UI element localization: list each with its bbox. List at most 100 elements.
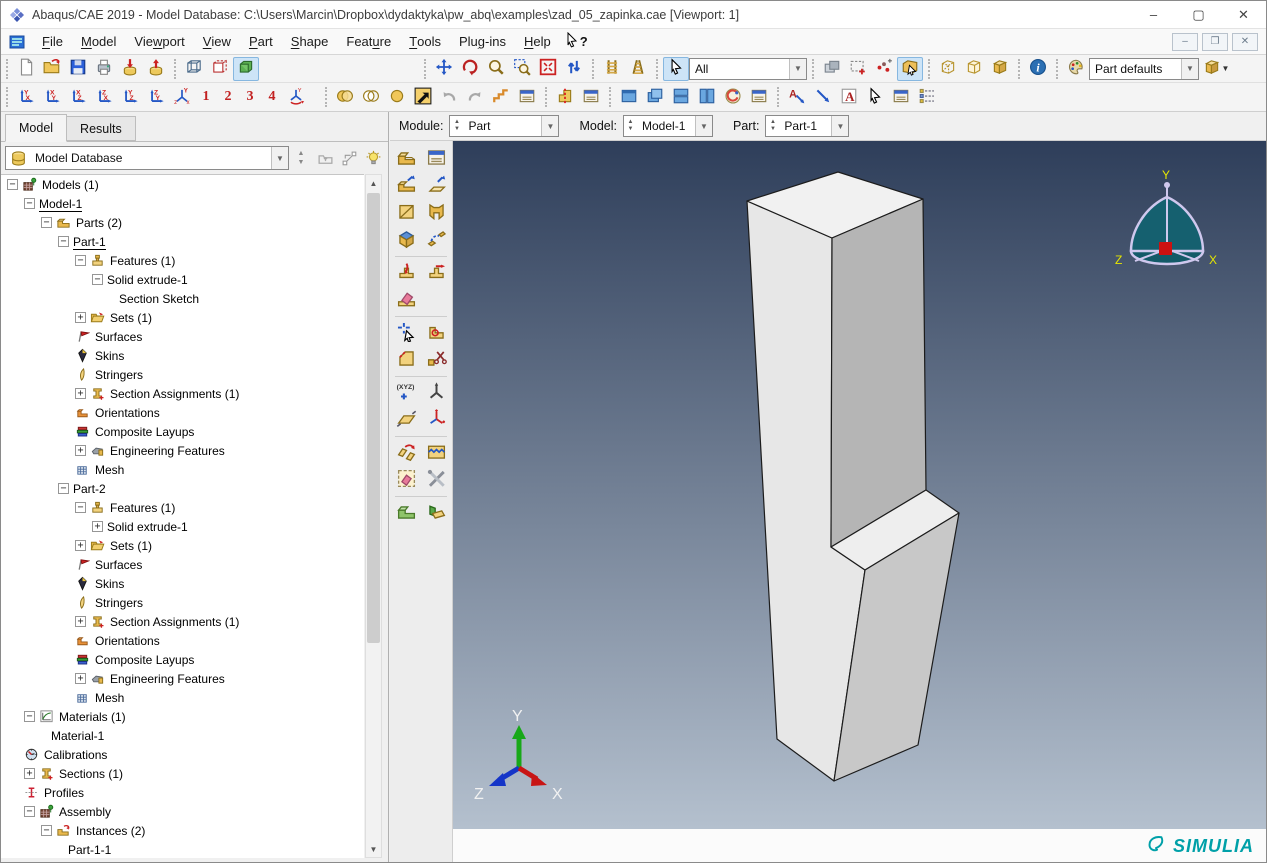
folder-up-icon[interactable] bbox=[313, 146, 337, 170]
probe-points-button[interactable] bbox=[871, 57, 897, 81]
tree-item-profiles[interactable]: Profiles bbox=[1, 783, 364, 802]
mdi-restore-button[interactable]: ❐ bbox=[1202, 33, 1228, 51]
cube-outline-button[interactable] bbox=[961, 57, 987, 81]
toolbar-grip[interactable] bbox=[325, 87, 327, 107]
tree-item-models-1[interactable]: −Models (1) bbox=[1, 175, 364, 194]
tree-item-stringers[interactable]: Stringers bbox=[1, 593, 364, 612]
collapse-icon[interactable]: − bbox=[75, 502, 86, 513]
menu-viewport[interactable]: Viewport bbox=[125, 29, 193, 54]
tree-item-section-assignments-1[interactable]: +Section Assignments (1) bbox=[1, 384, 364, 403]
tree-item-stringers[interactable]: Stringers bbox=[1, 365, 364, 384]
collapse-icon[interactable]: − bbox=[58, 236, 69, 247]
geometry-repair-button[interactable] bbox=[393, 467, 420, 493]
manager-dialog-button[interactable] bbox=[888, 85, 914, 109]
tab-model[interactable]: Model bbox=[5, 114, 67, 142]
toolbar-grip[interactable] bbox=[777, 87, 779, 107]
undo-button[interactable] bbox=[436, 85, 462, 109]
magnify-view-button[interactable] bbox=[483, 57, 509, 81]
manager-dialog-button[interactable] bbox=[746, 85, 772, 109]
menu-feature[interactable]: Feature bbox=[337, 29, 400, 54]
scroll-down-icon[interactable]: ▼ bbox=[366, 841, 381, 857]
view-3-button[interactable]: 3 bbox=[239, 85, 261, 109]
tree-item-section-sketch[interactable]: Section Sketch bbox=[1, 289, 364, 308]
manager-dialog-button[interactable] bbox=[514, 85, 540, 109]
render-wireframe-button[interactable] bbox=[181, 57, 207, 81]
expand-icon[interactable]: + bbox=[75, 445, 86, 456]
perspective-projection-button[interactable] bbox=[625, 57, 651, 81]
tree-item-mesh[interactable]: Mesh bbox=[1, 688, 364, 707]
toolbar-grip[interactable] bbox=[6, 59, 8, 79]
expand-icon[interactable]: + bbox=[75, 540, 86, 551]
parallel-projection-button[interactable] bbox=[599, 57, 625, 81]
menu-plug-ins[interactable]: Plug-ins bbox=[450, 29, 515, 54]
menu-shape[interactable]: Shape bbox=[282, 29, 338, 54]
tab-results[interactable]: Results bbox=[66, 116, 136, 141]
regenerate-button[interactable] bbox=[488, 85, 514, 109]
circles-filled-button[interactable] bbox=[332, 85, 358, 109]
link-viewports-button[interactable] bbox=[819, 57, 845, 81]
model-database-combo[interactable]: Model Database ▼ bbox=[5, 146, 289, 170]
tile-horizontal-button[interactable] bbox=[668, 85, 694, 109]
datum-csys-button[interactable] bbox=[423, 407, 450, 433]
scroll-up-icon[interactable]: ▲ bbox=[366, 175, 381, 191]
selection-filter-combo[interactable]: All▼ bbox=[689, 58, 807, 80]
tree-item-surfaces[interactable]: Surfaces bbox=[1, 555, 364, 574]
collapse-icon[interactable]: − bbox=[24, 806, 35, 817]
auto-fit-button[interactable] bbox=[535, 57, 561, 81]
select-cursor-button[interactable] bbox=[663, 57, 689, 81]
collapse-icon[interactable]: − bbox=[75, 255, 86, 266]
menu-help[interactable]: Help bbox=[515, 29, 560, 54]
tree-item-skins[interactable]: Skins bbox=[1, 346, 364, 365]
menu-view[interactable]: View bbox=[194, 29, 240, 54]
scrollbar-thumb[interactable] bbox=[367, 193, 380, 643]
toolbar-grip[interactable] bbox=[928, 59, 930, 79]
solid-from-shell-button[interactable] bbox=[393, 500, 420, 526]
collapse-icon[interactable]: − bbox=[24, 711, 35, 722]
cube-solid-button[interactable] bbox=[987, 57, 1013, 81]
create-chamfer-button[interactable] bbox=[393, 347, 420, 373]
create-planar-shell-button[interactable] bbox=[393, 200, 420, 226]
tree-item-calibrations[interactable]: Calibrations bbox=[1, 745, 364, 764]
datum-axis-button[interactable] bbox=[423, 380, 450, 406]
tree-item-part-1-1[interactable]: Part-1-1 bbox=[1, 840, 364, 858]
tree-item-composite-layups[interactable]: Composite Layups bbox=[1, 650, 364, 669]
spinner-icon[interactable]: ▲▼ bbox=[766, 116, 779, 136]
expand-icon[interactable]: + bbox=[75, 388, 86, 399]
collapse-icon[interactable]: − bbox=[58, 483, 69, 494]
toolbar-grip[interactable] bbox=[609, 87, 611, 107]
geometry-stitch-button[interactable] bbox=[423, 440, 450, 466]
manager-dialog-button[interactable] bbox=[578, 85, 604, 109]
pan-view-button[interactable] bbox=[431, 57, 457, 81]
tree-item-sections-1[interactable]: +Sections (1) bbox=[1, 764, 364, 783]
render-hiddenline-button[interactable] bbox=[207, 57, 233, 81]
view-4-button[interactable]: 4 bbox=[261, 85, 283, 109]
create-round-fillet-button[interactable] bbox=[423, 320, 450, 346]
cycle-views-button[interactable] bbox=[561, 57, 587, 81]
color-code-combo[interactable]: Part defaults▼ bbox=[1089, 58, 1199, 80]
database-export-button[interactable] bbox=[143, 57, 169, 81]
menu-tools[interactable]: Tools bbox=[400, 29, 450, 54]
tree-item-skins[interactable]: Skins bbox=[1, 574, 364, 593]
toolbar-grip[interactable] bbox=[656, 59, 658, 79]
expand-icon[interactable]: + bbox=[24, 768, 35, 779]
tree-item-model-1[interactable]: −Model-1 bbox=[1, 194, 364, 213]
view-left-button[interactable]: YZ bbox=[117, 85, 143, 109]
tree-item-sets-1[interactable]: +Sets (1) bbox=[1, 308, 364, 327]
tile-vertical-button[interactable] bbox=[694, 85, 720, 109]
toolbar-grip[interactable] bbox=[174, 59, 176, 79]
spinner-icon[interactable]: ▲▼ bbox=[624, 116, 637, 136]
expand-icon[interactable]: + bbox=[75, 673, 86, 684]
collapse-icon[interactable]: − bbox=[41, 217, 52, 228]
view-bottom-button[interactable]: ZX bbox=[91, 85, 117, 109]
annotation-arrow-button[interactable] bbox=[810, 85, 836, 109]
flip-arrow-button[interactable] bbox=[410, 85, 436, 109]
render-shaded-button[interactable] bbox=[233, 57, 259, 81]
tree-item-mesh[interactable]: Mesh bbox=[1, 460, 364, 479]
create-solid-extrude-button[interactable] bbox=[393, 173, 420, 199]
menu-file[interactable]: File bbox=[33, 29, 72, 54]
collapse-icon[interactable]: − bbox=[92, 274, 103, 285]
tree-item-materials-1[interactable]: −Materials (1) bbox=[1, 707, 364, 726]
tree-scrollbar[interactable]: ▲ ▼ bbox=[365, 174, 382, 858]
create-cut-sweep-button[interactable] bbox=[423, 227, 450, 253]
tree-item-part-2[interactable]: −Part-2 bbox=[1, 479, 364, 498]
